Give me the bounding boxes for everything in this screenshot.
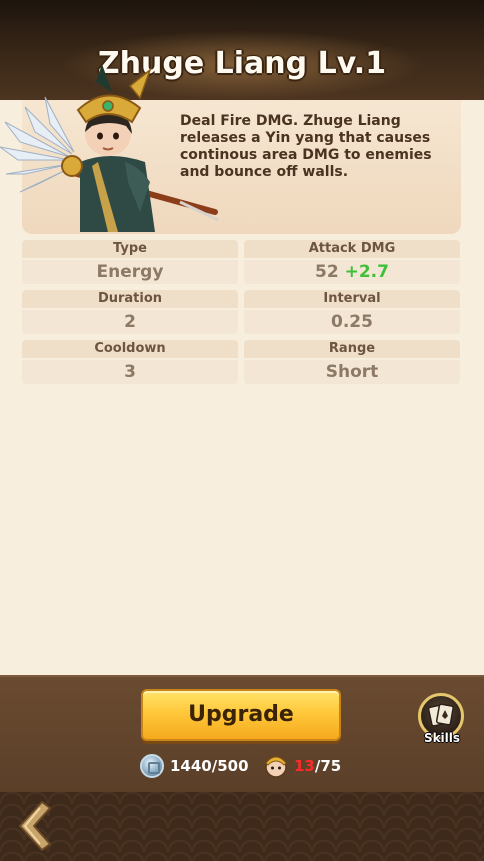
stat-value: Energy [22, 260, 238, 284]
stat-label: Cooldown [22, 340, 238, 358]
hero-portrait-icon [0, 64, 219, 232]
shards-needed: /75 [314, 757, 342, 775]
stat-label: Interval [244, 290, 460, 308]
back-arrow-icon[interactable] [10, 798, 60, 854]
stat-value: 3 [22, 360, 238, 384]
stat-label: Range [244, 340, 460, 358]
stat-label: Type [22, 240, 238, 258]
stat-value-text: Energy [96, 262, 164, 282]
coin-cost: 1440/500 [140, 754, 249, 778]
coin-cost-value: 1440/500 [170, 757, 249, 775]
stat-value: 52 +2.7 [244, 260, 460, 284]
stat-value-text: 2 [124, 312, 136, 332]
stat-label: Attack DMG [244, 240, 460, 258]
stat-value: 2 [22, 310, 238, 334]
shard-cost: 13/75 [262, 754, 341, 778]
stat-value-text: Short [325, 362, 379, 382]
stat-type: Type Energy [22, 240, 238, 284]
shards-owned: 13 [294, 757, 315, 775]
stat-value-text: 3 [124, 362, 136, 382]
stat-value: Short [244, 360, 460, 384]
stat-value-text: 0.25 [331, 312, 373, 332]
coin-icon [140, 754, 164, 778]
stat-bonus: +2.7 [344, 262, 389, 282]
stat-range: Range Short [244, 340, 460, 384]
skill-description: Deal Fire DMG. Zhuge Liang releases a Yi… [180, 113, 432, 180]
skills-label: Skills [423, 731, 461, 745]
stat-label: Duration [22, 290, 238, 308]
stat-attack-dmg: Attack DMG 52 +2.7 [244, 240, 460, 284]
upgrade-button[interactable]: Upgrade [141, 689, 341, 741]
stat-value: 0.25 [244, 310, 460, 334]
footer-bar [0, 792, 484, 861]
stat-duration: Duration 2 [22, 290, 238, 334]
stat-interval: Interval 0.25 [244, 290, 460, 334]
stat-cooldown: Cooldown 3 [22, 340, 238, 384]
hero-token-icon [265, 756, 287, 778]
skills-button[interactable]: Skills [418, 693, 466, 747]
stat-value-text: 52 [315, 262, 339, 282]
